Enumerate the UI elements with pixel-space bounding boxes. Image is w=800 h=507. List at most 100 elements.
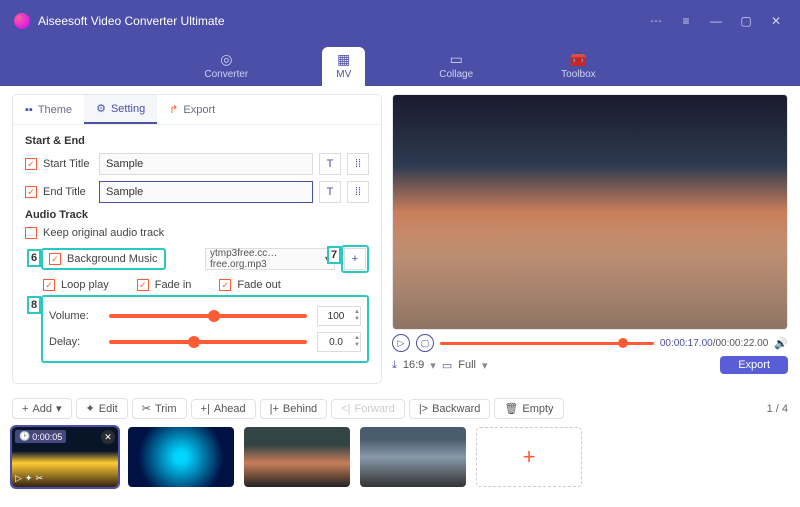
- play-mini-icon[interactable]: ▷: [15, 473, 22, 484]
- end-title-checkbox[interactable]: ✓: [25, 186, 37, 198]
- display-label[interactable]: Full: [458, 359, 476, 371]
- clip-thumb-4[interactable]: [360, 427, 466, 487]
- grid-icon: ▪▪: [25, 104, 33, 116]
- delay-value: 0.0: [318, 337, 354, 348]
- behind-icon: |+: [270, 403, 279, 415]
- fadeout-label: Fade out: [237, 279, 280, 291]
- clip-remove-button[interactable]: ✕: [101, 430, 115, 444]
- behind-button[interactable]: |+Behind: [260, 399, 328, 419]
- close-icon[interactable]: ✕: [766, 14, 786, 28]
- aspect-label[interactable]: 16:9: [403, 359, 424, 371]
- maximize-icon[interactable]: ▢: [736, 14, 756, 28]
- clip-thumb-3[interactable]: [244, 427, 350, 487]
- export-button[interactable]: Export: [720, 356, 788, 374]
- start-title-checkbox[interactable]: ✓: [25, 158, 37, 170]
- vol-up[interactable]: ▲: [354, 309, 360, 316]
- nav-toolbox[interactable]: 🧰Toolbox: [547, 47, 609, 86]
- play-button[interactable]: ▷: [392, 334, 410, 352]
- chevron-down-icon[interactable]: ▾: [430, 359, 436, 372]
- pager: 1 / 4: [767, 403, 788, 415]
- add-clip-button[interactable]: +: [476, 427, 582, 487]
- video-preview[interactable]: [392, 94, 788, 330]
- nav-collage[interactable]: ▭Collage: [425, 47, 487, 86]
- bgm-checkbox[interactable]: ✓: [49, 253, 61, 265]
- volume-slider[interactable]: [109, 314, 307, 318]
- trim-button[interactable]: ✂Trim: [132, 398, 187, 419]
- stop-button[interactable]: ▢: [416, 334, 434, 352]
- titlebar: Aiseesoft Video Converter Ultimate ⋯ ≡ —…: [0, 0, 800, 42]
- plus-icon: +: [22, 403, 28, 415]
- loop-label: Loop play: [61, 279, 109, 291]
- wand-icon: ✦: [86, 402, 95, 415]
- top-nav: ◎Converter ▦MV ▭Collage 🧰Toolbox: [0, 42, 800, 86]
- collage-icon: ▭: [450, 51, 463, 68]
- app-title: Aiseesoft Video Converter Ultimate: [38, 14, 225, 28]
- end-title-position-button[interactable]: ⁞⁞: [347, 181, 369, 203]
- tab-theme[interactable]: ▪▪Theme: [13, 95, 84, 124]
- volume-value: 100: [318, 311, 354, 322]
- delay-slider[interactable]: [109, 340, 307, 344]
- nav-label: Toolbox: [561, 69, 595, 80]
- forward-button[interactable]: <|Forward: [331, 399, 405, 419]
- trim-mini-icon[interactable]: ✂: [35, 473, 43, 484]
- chevron-down-icon: ▾: [56, 402, 62, 415]
- volume-spinner[interactable]: 100▲▼: [317, 306, 361, 326]
- end-title-input[interactable]: [99, 181, 313, 203]
- end-title-font-button[interactable]: T: [319, 181, 341, 203]
- vol-dn[interactable]: ▼: [354, 316, 360, 323]
- chevron-down-icon[interactable]: ▾: [482, 359, 488, 372]
- thumbnail-strip: 🕑0:00:05 ✕ ▷✦✂ +: [0, 425, 800, 497]
- nav-converter[interactable]: ◎Converter: [190, 47, 262, 86]
- start-title-font-button[interactable]: T: [319, 153, 341, 175]
- del-dn[interactable]: ▼: [354, 342, 360, 349]
- bgm-label: Background Music: [67, 253, 158, 265]
- tab-setting[interactable]: ⚙Setting: [84, 95, 157, 124]
- menu-icon[interactable]: ≡: [676, 14, 696, 28]
- mv-icon: ▦: [337, 51, 350, 68]
- highlight-8: 8 Volume: 100▲▼ Delay: 0.0▲▼: [41, 295, 369, 363]
- hl-8-num: 8: [27, 296, 41, 314]
- delay-label: Delay:: [49, 336, 99, 348]
- volume-label: Volume:: [49, 310, 99, 322]
- settings-panel: ▪▪Theme ⚙Setting ↱Export Start & End ✓ S…: [12, 94, 382, 384]
- bgm-file-value: ytmp3free.cc…free.org.mp3: [210, 248, 325, 270]
- playback-time: 00:00:17.00/00:00:22.00: [660, 338, 768, 349]
- keep-original-checkbox[interactable]: ✓: [25, 227, 37, 239]
- backward-button[interactable]: |>Backward: [409, 399, 491, 419]
- volume-icon[interactable]: 🔊: [774, 337, 788, 350]
- fadein-checkbox[interactable]: ✓: [137, 279, 149, 291]
- snapshot-icon[interactable]: ⤓: [392, 359, 397, 372]
- loop-checkbox[interactable]: ✓: [43, 279, 55, 291]
- clip-thumb-2[interactable]: [128, 427, 234, 487]
- bgm-add-button[interactable]: +: [344, 248, 366, 270]
- delay-spinner[interactable]: 0.0▲▼: [317, 332, 361, 352]
- highlight-7: 7 +: [341, 245, 369, 273]
- chat-icon[interactable]: ⋯: [646, 14, 666, 28]
- minimize-icon[interactable]: —: [706, 14, 726, 28]
- keep-original-label: Keep original audio track: [43, 227, 164, 239]
- plus-icon: +: [523, 444, 536, 470]
- tab-export[interactable]: ↱Export: [157, 95, 227, 124]
- tab-label: Setting: [111, 103, 145, 115]
- forward-icon: <|: [341, 403, 350, 415]
- del-up[interactable]: ▲: [354, 335, 360, 342]
- edit-mini-icon[interactable]: ✦: [25, 473, 33, 484]
- display-icon[interactable]: ▭: [442, 359, 452, 372]
- clock-icon: 🕑: [19, 431, 30, 442]
- edit-button[interactable]: ✦Edit: [76, 398, 128, 419]
- playback-progress[interactable]: [440, 342, 654, 345]
- fadeout-checkbox[interactable]: ✓: [219, 279, 231, 291]
- bgm-file-dropdown[interactable]: ytmp3free.cc…free.org.mp3 ▾: [205, 248, 335, 270]
- empty-button[interactable]: 🗑Empty: [494, 398, 563, 419]
- panel-tabs: ▪▪Theme ⚙Setting ↱Export: [13, 95, 381, 125]
- start-title-position-button[interactable]: ⁞⁞: [347, 153, 369, 175]
- nav-label: Converter: [204, 69, 248, 80]
- start-title-input[interactable]: [99, 153, 313, 175]
- clip-thumb-1[interactable]: 🕑0:00:05 ✕ ▷✦✂: [12, 427, 118, 487]
- nav-mv[interactable]: ▦MV: [322, 47, 365, 86]
- trash-icon: 🗑: [504, 402, 518, 415]
- section-start-end: Start & End: [25, 135, 369, 147]
- add-button[interactable]: +Add▾: [12, 398, 72, 419]
- nav-label: Collage: [439, 69, 473, 80]
- ahead-button[interactable]: +|Ahead: [191, 399, 256, 419]
